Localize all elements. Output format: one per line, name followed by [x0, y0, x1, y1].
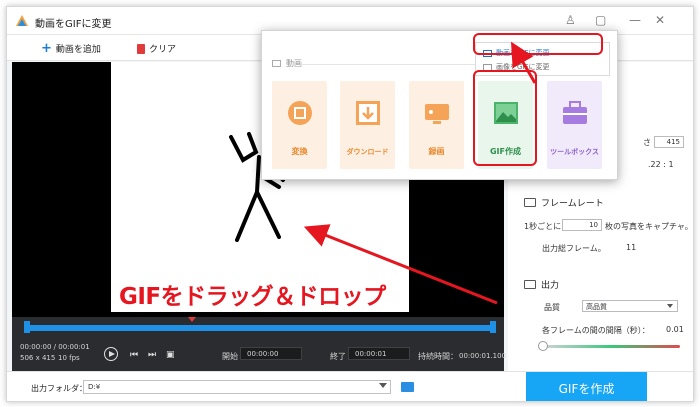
app-window: 動画をGIFに変更 ♙ ▢ — ✕ + 動画を追加 クリア 00:00:00 /… [6, 6, 694, 402]
annotation-arrows [303, 41, 537, 305]
